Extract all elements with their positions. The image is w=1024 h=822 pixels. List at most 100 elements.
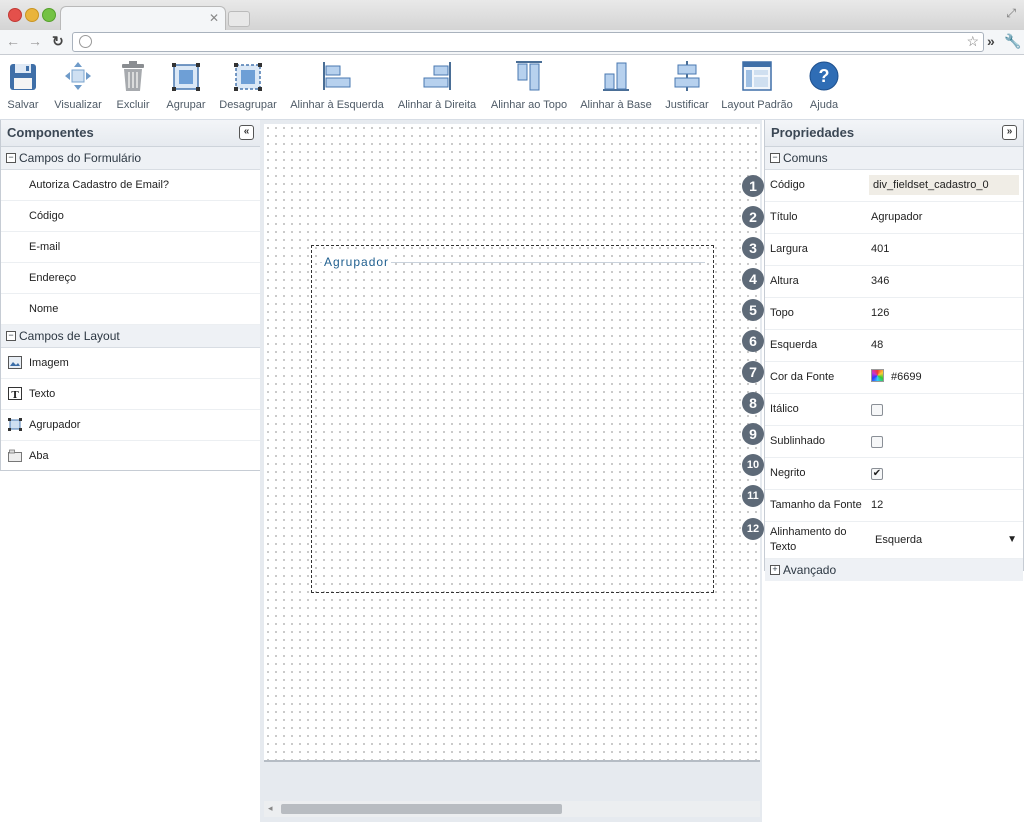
justify-icon: [674, 61, 700, 91]
component-item-imagem[interactable]: Imagem: [1, 348, 260, 379]
zoom-window-button[interactable]: [42, 8, 56, 22]
bold-checkbox[interactable]: ✔: [871, 468, 883, 480]
ungroup-icon: [234, 63, 262, 91]
align-right-label: Alinhar à Direita: [397, 99, 477, 111]
wrench-icon[interactable]: 🔧: [1004, 33, 1021, 50]
align-right-button[interactable]: Alinhar à Direita: [394, 55, 480, 117]
color-picker-icon[interactable]: [871, 369, 884, 382]
common-section[interactable]: − Comuns: [765, 147, 1023, 170]
esquerda-field[interactable]: 48: [871, 330, 883, 361]
align-left-button[interactable]: Alinhar à Esquerda: [288, 55, 386, 117]
trash-icon: [122, 61, 144, 91]
help-label: Ajuda: [809, 99, 839, 111]
align-top-label: Alinhar ao Topo: [490, 99, 568, 111]
default-layout-button[interactable]: Layout Padrão: [718, 55, 796, 117]
expand-group-icon[interactable]: +: [770, 565, 780, 575]
collapse-group-icon[interactable]: −: [6, 153, 16, 163]
component-item-endereco[interactable]: Endereço: [1, 263, 260, 294]
align-right-icon: [423, 62, 451, 90]
horizontal-scrollbar[interactable]: ◂: [264, 801, 760, 817]
close-tab-icon[interactable]: ✕: [209, 11, 219, 25]
altura-field[interactable]: 346: [871, 266, 889, 297]
badge-1: 1: [742, 175, 764, 197]
text-align-select[interactable]: Esquerda ▼: [875, 522, 1019, 558]
browser-navbar: ← → ↻ ☆ » 🔧: [0, 30, 1024, 55]
prop-label: Itálico: [770, 403, 799, 415]
component-item-codigo[interactable]: Código: [1, 201, 260, 232]
close-window-button[interactable]: [8, 8, 22, 22]
component-item-texto[interactable]: T Texto: [1, 379, 260, 410]
component-item-label: Nome: [29, 303, 59, 315]
back-icon[interactable]: ←: [6, 33, 20, 49]
collapse-right-icon[interactable]: »: [1002, 125, 1017, 140]
layout-fields-group[interactable]: − Campos de Layout: [1, 325, 260, 348]
fieldset-agrupador[interactable]: Agrupador: [311, 245, 714, 593]
component-item-aba[interactable]: Aba: [1, 441, 260, 471]
new-tab-button[interactable]: [228, 11, 250, 27]
ungroup-button[interactable]: Desagrupar: [216, 55, 280, 117]
save-button[interactable]: Salvar: [0, 55, 46, 117]
browser-titlebar: ✕ ⤢: [0, 0, 1024, 31]
tab-icon: [8, 449, 22, 462]
group-icon: [8, 418, 22, 431]
scroll-left-icon[interactable]: ◂: [268, 803, 273, 814]
prop-row-titulo: Título Agrupador: [765, 202, 1023, 234]
default-layout-label: Layout Padrão: [721, 99, 793, 111]
design-canvas[interactable]: Agrupador: [264, 124, 760, 762]
badge-3: 3: [742, 237, 764, 259]
component-item-label: E-mail: [29, 241, 61, 253]
collapse-group-icon[interactable]: −: [770, 153, 780, 163]
align-top-button[interactable]: Alinhar ao Topo: [486, 55, 572, 117]
app-toolbar: Salvar Visualizar Excluir Agrupar Desagr…: [0, 55, 1024, 120]
component-item-label: Autoriza Cadastro de Email?: [29, 179, 170, 191]
font-size-field[interactable]: 12: [871, 490, 883, 521]
help-button[interactable]: ? Ajuda: [804, 55, 844, 117]
advanced-section[interactable]: + Avançado: [765, 559, 1023, 581]
minimize-window-button[interactable]: [25, 8, 39, 22]
fullscreen-icon[interactable]: ⤢: [1006, 6, 1016, 21]
star-icon[interactable]: ☆: [966, 33, 979, 50]
underline-checkbox[interactable]: [871, 436, 883, 448]
component-item-autoriza[interactable]: Autoriza Cadastro de Email?: [1, 170, 260, 201]
scrollbar-thumb[interactable]: [281, 804, 562, 814]
collapse-group-icon[interactable]: −: [6, 331, 16, 341]
justify-label: Justificar: [665, 99, 709, 111]
justify-button[interactable]: Justificar: [662, 55, 712, 117]
reload-icon[interactable]: ↻: [52, 33, 64, 50]
align-bottom-label: Alinhar à Base: [580, 99, 652, 111]
extensions-icon[interactable]: »: [987, 33, 995, 49]
font-color-field[interactable]: #6699: [871, 362, 922, 393]
forward-icon[interactable]: →: [28, 33, 42, 49]
italic-checkbox[interactable]: [871, 404, 883, 416]
advanced-section-label: Avançado: [783, 563, 837, 577]
browser-tab[interactable]: ✕: [60, 6, 226, 31]
prop-label: Negrito: [770, 467, 806, 479]
codigo-field[interactable]: div_fieldset_cadastro_0: [869, 175, 1019, 195]
align-bottom-button[interactable]: Alinhar à Base: [578, 55, 654, 117]
component-item-nome[interactable]: Nome: [1, 294, 260, 325]
group-button[interactable]: Agrupar: [162, 55, 210, 117]
badge-2: 2: [742, 206, 764, 228]
form-fields-group[interactable]: − Campos do Formulário: [1, 147, 260, 170]
url-bar[interactable]: ☆: [72, 32, 984, 52]
topo-field[interactable]: 126: [871, 298, 889, 329]
collapse-left-icon[interactable]: «: [239, 125, 254, 140]
chevron-down-icon[interactable]: ▼: [1007, 522, 1017, 558]
prop-row-sublinhado: Sublinhado: [765, 426, 1023, 458]
save-icon: [10, 64, 36, 90]
form-fields-group-label: Campos do Formulário: [19, 151, 142, 165]
prop-row-alinhamento: Alinhamento do Texto Esquerda ▼: [765, 522, 1023, 559]
align-bottom-icon: [603, 62, 629, 91]
component-item-email[interactable]: E-mail: [1, 232, 260, 263]
badge-12: 12: [742, 518, 764, 540]
prop-row-topo: Topo 126: [765, 298, 1023, 330]
delete-button[interactable]: Excluir: [112, 55, 154, 117]
component-item-label: Imagem: [29, 357, 69, 369]
titulo-field[interactable]: Agrupador: [871, 202, 922, 233]
preview-button[interactable]: Visualizar: [50, 55, 106, 117]
align-top-icon: [516, 61, 542, 91]
largura-field[interactable]: 401: [871, 234, 889, 265]
badge-7: 7: [742, 361, 764, 383]
design-canvas-area: Agrupador ◂: [260, 120, 762, 822]
component-item-agrupador[interactable]: Agrupador: [1, 410, 260, 441]
